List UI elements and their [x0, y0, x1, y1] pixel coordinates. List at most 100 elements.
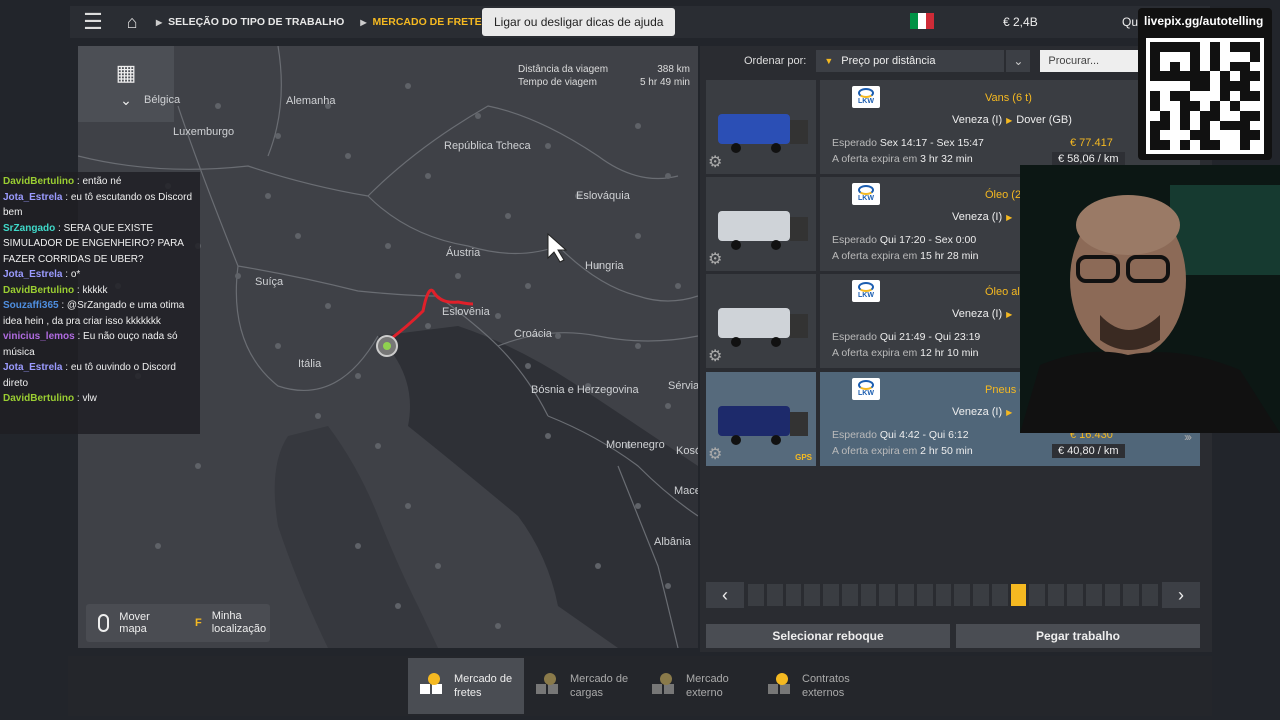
trailer-thumbnail: ⚙ GPS — [706, 372, 816, 466]
move-map-label: Mover mapa — [119, 611, 150, 635]
tab-cargo-market[interactable]: Mercado de cargas — [524, 658, 640, 714]
page-dot[interactable] — [804, 584, 821, 606]
tab-label: Mercado de fretes — [454, 672, 512, 700]
cargo-name: Vans (6 t) — [985, 92, 1032, 104]
globe-contract-icon — [766, 672, 794, 700]
chat-text: : então né — [76, 176, 122, 187]
tab-label: Mercado de cargas — [570, 672, 628, 700]
tab-external-market[interactable]: Mercado externo — [640, 658, 756, 714]
sort-arrow-icon: ▼ — [824, 56, 834, 66]
page-dot[interactable] — [1048, 584, 1065, 606]
next-page-button[interactable]: › — [1162, 582, 1200, 608]
chat-message: Jota_Estrela : o* — [3, 267, 197, 283]
page-dot[interactable] — [1029, 584, 1046, 606]
offer-expiry: A oferta expira em 15 hr 28 min — [832, 250, 979, 262]
page-dot[interactable] — [1123, 584, 1140, 606]
offer-expiry: A oferta expira em 3 hr 32 min — [832, 153, 973, 165]
map-label: Itália — [298, 358, 322, 370]
page-dot[interactable] — [785, 584, 802, 606]
map-label: Albânia — [654, 536, 691, 548]
map-label: Alemanha — [286, 95, 336, 107]
expires-value: 2 hr 50 min — [920, 445, 973, 457]
expected-label: Esperado — [832, 429, 877, 441]
sort-select[interactable]: ▼ Preço por distância — [816, 50, 1005, 72]
page-dot[interactable] — [1067, 584, 1083, 606]
page-dot[interactable] — [954, 584, 971, 606]
expires-label: A oferta expira em — [832, 250, 918, 262]
chat-username: DavidBertulino — [3, 176, 75, 187]
chevron-right-icon: ▶ — [360, 17, 367, 27]
tab-label-line: Mercado de — [570, 673, 629, 685]
expected-value: Qui 17:20 - Sex 0:00 — [879, 234, 977, 246]
expected-value: Qui 4:42 - Qui 6:12 — [879, 429, 969, 441]
page-dot[interactable] — [916, 584, 933, 606]
route: Veneza (I) ▶ — [952, 308, 1016, 320]
arrow-right-icon: ▶ — [1006, 310, 1013, 319]
select-trailer-button[interactable]: Selecionar reboque — [706, 624, 950, 648]
job-list-toggle[interactable]: ▦ ⌄ — [78, 46, 174, 122]
chevron-right-icon: ▶ — [156, 17, 163, 27]
chat-username: Jota_Estrela — [3, 269, 63, 280]
sort-label: Ordenar por: — [744, 55, 807, 67]
home-icon[interactable]: ⌂ — [116, 6, 148, 38]
page-dot[interactable] — [898, 584, 914, 606]
tab-label-line: fretes — [454, 687, 482, 699]
lkw-logo-icon: LKW — [852, 280, 880, 302]
page-dot[interactable] — [766, 584, 783, 606]
page-dot[interactable] — [823, 584, 839, 606]
chat-message: DavidBertulino : kkkkk — [3, 283, 197, 299]
tab-label-line: Contratos — [802, 673, 850, 685]
page-dot[interactable] — [860, 584, 877, 606]
map-label: Bósnia e Herzegovina — [531, 384, 639, 396]
tab-freight-market[interactable]: Mercado de fretes — [408, 658, 524, 714]
page-dot[interactable] — [1142, 584, 1158, 606]
chat-message: Jota_Estrela : eu tô ouvindo o Discord d… — [3, 360, 197, 391]
gear-icon: ⚙ — [708, 251, 723, 268]
page-dot[interactable] — [935, 584, 952, 606]
page-dot[interactable] — [991, 584, 1008, 606]
expected-time: Esperado Qui 17:20 - Sex 0:00 — [832, 234, 976, 246]
chevron-down-icon[interactable]: ⌄ — [1006, 50, 1031, 72]
chat-text: : kkkkk — [76, 284, 108, 296]
job-offer[interactable]: ⚙ LKW Vans (6 t) Veneza (I) ▶ Dover (GB) Esper… — [706, 80, 1200, 174]
lkw-logo-icon: LKW — [852, 378, 880, 400]
tab-label: Mercado externo — [686, 672, 729, 700]
tab-external-contracts[interactable]: Contratos externos — [756, 658, 872, 714]
my-location-button[interactable]: Minha localização — [212, 610, 270, 636]
page-dot[interactable] — [879, 584, 896, 606]
expires-value: 12 hr 10 min — [920, 347, 979, 359]
webcam-feed — [1020, 165, 1280, 433]
page-dot[interactable] — [748, 584, 764, 606]
map-label: Eslovênia — [442, 306, 490, 318]
page-dot[interactable] — [1010, 584, 1027, 606]
chat-text: : o* — [65, 269, 81, 280]
pallet-icon: ▦ — [115, 59, 137, 85]
chat-username: Jota_Estrela — [3, 191, 63, 203]
page-dot[interactable] — [1085, 584, 1102, 606]
sort-value: Preço por distância — [841, 55, 936, 67]
qr-code-icon — [1146, 38, 1264, 154]
company-name: LKW — [858, 390, 874, 397]
sort-bar: Ordenar por: ▼ Preço por distância ⌄ Proc… — [700, 46, 1212, 76]
breadcrumb-job-type[interactable]: ▶ SELEÇÃO DO TIPO DE TRABALHO — [148, 16, 352, 28]
page-dot[interactable] — [841, 584, 858, 606]
map-label: Suíça — [255, 276, 284, 288]
breadcrumb-freight-market[interactable]: ▶ MERCADO DE FRETES — [352, 16, 496, 28]
chat-message: vinicius_lemos : Eu não ouço nada só mús… — [3, 329, 197, 360]
job-price: € 77.417 — [1070, 137, 1113, 149]
tab-label-line: cargas — [570, 687, 604, 699]
menu-icon[interactable]: ☰ — [70, 6, 116, 38]
map-label: Montenegro — [606, 439, 665, 451]
route-from: Veneza (I) — [952, 114, 1003, 126]
trip-time-label: Tempo de viagem — [518, 77, 597, 88]
route: Veneza (I) ▶ — [952, 406, 1016, 418]
page-dot[interactable] — [1104, 584, 1121, 606]
take-job-button[interactable]: Pegar trabalho — [956, 624, 1200, 648]
map-label: Eslováquia — [576, 190, 630, 202]
expected-label: Esperado — [832, 234, 877, 246]
prev-page-button[interactable]: ‹ — [706, 582, 744, 608]
page-dot[interactable] — [973, 584, 989, 606]
trailer-thumbnail: ⚙ — [706, 177, 816, 271]
map-label: Bélgica — [144, 94, 181, 106]
breadcrumb-freight-market-label: MERCADO DE FRETES — [372, 16, 489, 28]
